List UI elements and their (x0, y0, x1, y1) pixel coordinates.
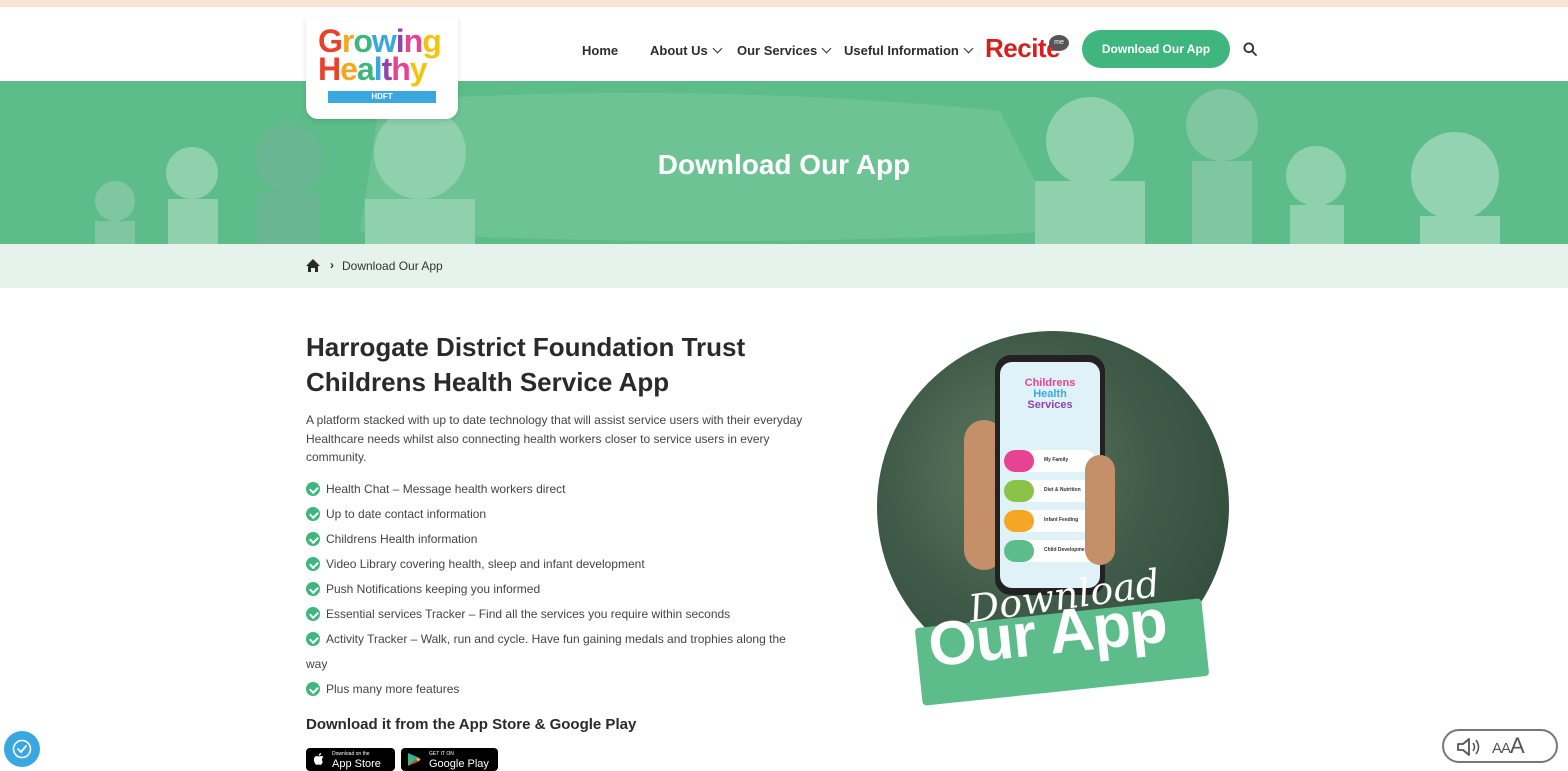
logo-letter: l (373, 51, 383, 87)
text-size-big: A (1510, 733, 1525, 758)
app-store-text: App Store (332, 758, 381, 770)
nav-home-label: Home (582, 42, 619, 58)
text-size-label: AAA (1492, 733, 1525, 759)
app-menu-label: Child Development (1044, 547, 1090, 553)
nav-home[interactable]: Home (582, 38, 618, 62)
check-circle-icon (306, 632, 320, 646)
google-play-small-text: GET IT ON (429, 751, 454, 757)
nav-our-services[interactable]: Our Services (737, 38, 832, 62)
check-circle-icon (306, 507, 320, 521)
nav-our-services-label: Our Services (737, 42, 818, 58)
app-title: Childrens Health Services (1010, 378, 1090, 411)
feeding-icon (1004, 510, 1034, 532)
app-menu-label: My Family (1044, 457, 1069, 463)
check-circle-icon (306, 682, 320, 696)
feature-text: Up to date contact information (326, 507, 487, 521)
app-menu-row: My Family (1004, 450, 1096, 472)
nav-useful-information-label: Useful Information (844, 42, 959, 58)
accessibility-glyph-icon (12, 739, 32, 759)
google-play-button[interactable]: GET IT ON Google Play (401, 748, 498, 771)
list-item: Video Library covering health, sleep and… (306, 552, 816, 577)
site-logo[interactable]: Growing Healthy HDFT (306, 17, 458, 119)
logo-letter: y (409, 51, 428, 87)
breadcrumb: › Download Our App (0, 244, 1568, 288)
app-store-small-text: Download on the (332, 751, 370, 757)
search-icon[interactable] (1243, 42, 1257, 56)
chevron-down-icon (821, 43, 832, 53)
nav-useful-information[interactable]: Useful Information (844, 38, 974, 62)
feature-text: Essential services Tracker – Find all th… (326, 607, 731, 621)
nutrition-icon (1004, 480, 1034, 502)
google-play-text: Google Play (429, 758, 489, 770)
recite-me-badge: me (1049, 35, 1069, 51)
site-header: Growing Healthy HDFT Home About Us Our S… (0, 7, 1568, 119)
feature-text: Plus many more features (326, 682, 460, 696)
feature-text: Video Library covering health, sleep and… (326, 557, 645, 571)
app-menu-label: Infant Feeding (1044, 517, 1079, 523)
list-item: Activity Tracker – Walk, run and cycle. … (306, 627, 816, 677)
hero-banner: Download Our App (0, 81, 1568, 244)
check-circle-icon (306, 582, 320, 596)
check-circle-icon (306, 532, 320, 546)
logo-badge: HDFT (328, 91, 436, 103)
hero-title: Download Our App (657, 149, 911, 180)
family-icon (1004, 450, 1034, 472)
list-item: Plus many more features (306, 677, 816, 702)
app-menu-row: Infant Feeding (1004, 510, 1096, 532)
logo-letter: H (318, 51, 341, 87)
feature-text: Health Chat – Message health workers dir… (326, 482, 566, 496)
speaker-icon (1457, 738, 1480, 756)
list-item: Childrens Health information (306, 527, 816, 552)
accessibility-icon[interactable] (4, 731, 40, 767)
check-circle-icon (306, 482, 320, 496)
text-size-small: AA (1492, 740, 1511, 757)
download-app-button[interactable]: Download Our App (1082, 30, 1230, 68)
list-item: Essential services Tracker – Find all th… (306, 602, 816, 627)
breadcrumb-separator-icon: › (330, 258, 334, 272)
logo-letter: t (381, 51, 393, 87)
download-heading: Download it from the App Store & Google … (306, 716, 637, 733)
apple-icon (314, 753, 324, 765)
check-circle-icon (306, 607, 320, 621)
chevron-down-icon (963, 43, 974, 53)
logo-letter: e (340, 51, 358, 87)
top-strip (0, 0, 1568, 7)
text-size-speech-widget[interactable]: AAA (1442, 729, 1558, 763)
feature-text: Activity Tracker – Walk, run and cycle. … (326, 632, 786, 646)
development-icon (1004, 540, 1034, 562)
thumb-graphic (1085, 455, 1115, 565)
list-item: Health Chat – Message health workers dir… (306, 477, 816, 502)
home-icon[interactable] (305, 258, 321, 273)
list-item: Up to date contact information (306, 502, 816, 527)
app-title-line: Services (1027, 399, 1073, 411)
page-title: Harrogate District Foundation Trust Chil… (306, 332, 746, 397)
app-menu-label: Diet & Nutrition (1044, 487, 1081, 493)
app-menu-row: Diet & Nutrition (1004, 480, 1096, 502)
intro-paragraph: A platform stacked with up to date techn… (306, 413, 803, 464)
feature-text: Push Notifications keeping you informed (326, 582, 541, 596)
nav-about-us[interactable]: About Us (650, 38, 723, 62)
logo-line-2: Healthy (318, 51, 428, 87)
recite-me-button[interactable]: Recite (985, 33, 1061, 64)
nav-about-us-label: About Us (650, 42, 708, 58)
breadcrumb-current: Download Our App (342, 259, 443, 273)
feature-list: Health Chat – Message health workers dir… (306, 477, 816, 702)
logo-letter: h (391, 51, 411, 87)
app-menu-row: Child Development (1004, 540, 1096, 562)
feature-text-continued: way (306, 657, 328, 671)
chevron-down-icon (712, 43, 723, 53)
google-play-icon (408, 753, 421, 766)
logo-letter: a (356, 51, 375, 87)
app-store-button[interactable]: Download on the App Store (306, 748, 395, 771)
check-circle-icon (306, 557, 320, 571)
feature-text: Childrens Health information (326, 532, 478, 546)
list-item: Push Notifications keeping you informed (306, 577, 816, 602)
